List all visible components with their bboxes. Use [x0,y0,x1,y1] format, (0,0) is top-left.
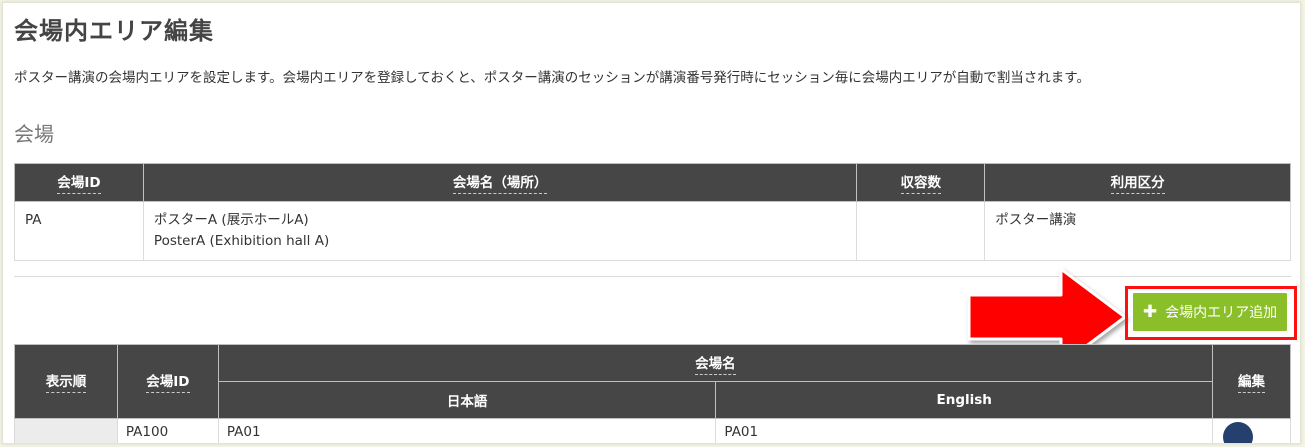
area-id-cell: PA100 [116,418,219,443]
add-area-button-label: 会場内エリア追加 [1165,305,1278,321]
venue-name-en: PosterA (Exhibition hall A) [153,233,330,249]
page-title: 会場内エリア編集 [14,17,214,45]
venue-id-cell: PA [14,201,144,261]
edit-button[interactable] [1223,422,1253,443]
area-name-ja-cell: PA01 [217,418,717,443]
area-name-en-header: English [715,381,1213,419]
plus-icon: ✚ [1142,302,1158,322]
venue-capacity-header[interactable]: 収容数 [856,163,986,202]
page-description: ポスター講演の会場内エリアを設定します。会場内エリアを登録しておくと、ポスター講… [14,70,1090,86]
area-table: 表示順 会場ID 会場名 編集 日本語 English PA100 PA01 P… [14,344,1291,443]
venue-section-title: 会場 [14,122,54,146]
area-id-header[interactable]: 会場ID [116,344,219,419]
area-edit-cell [1212,418,1291,443]
venue-capacity-cell [856,201,986,261]
add-area-button[interactable]: ✚ 会場内エリア追加 [1133,293,1287,331]
table-row: PA ポスターA (展示ホールA) PosterA (Exhibition ha… [14,201,1291,261]
venue-table: 会場ID 会場名（場所） 収容数 利用区分 PA ポスターA (展示ホールA) … [14,163,1291,261]
venue-name-ja: ポスターA (展示ホールA) [153,212,309,228]
area-edit-header: 編集 [1212,344,1291,419]
venue-usage-header[interactable]: 利用区分 [984,163,1291,202]
area-order-header[interactable]: 表示順 [14,344,118,419]
venue-name-header[interactable]: 会場名（場所） [142,163,858,202]
main-panel: 会場内エリア編集 ポスター講演の会場内エリアを設定します。会場内エリアを登録して… [2,2,1301,444]
venue-id-header[interactable]: 会場ID [14,163,144,202]
venue-name-cell: ポスターA (展示ホールA) PosterA (Exhibition hall … [142,201,858,261]
area-name-header[interactable]: 会場名 [217,344,1214,382]
table-row: PA100 PA01 PA01 [14,418,1291,443]
venue-table-header: 会場ID 会場名（場所） 収容数 利用区分 [14,163,1291,202]
area-order-cell[interactable] [14,418,118,443]
divider [14,276,1291,277]
area-name-en-cell: PA01 [715,418,1213,443]
venue-usage-cell: ポスター講演 [984,201,1291,261]
area-name-ja-header: 日本語 [217,381,717,419]
